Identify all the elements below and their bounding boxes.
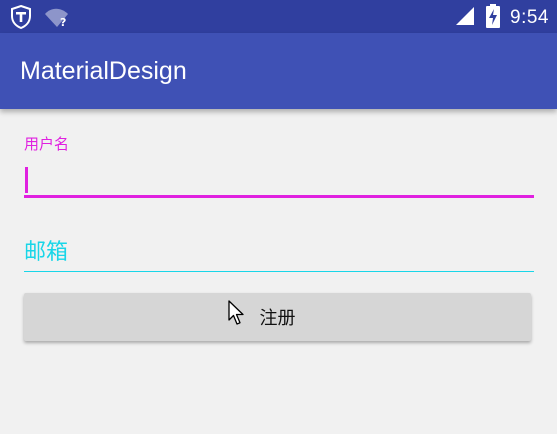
shield-app-icon bbox=[10, 4, 32, 33]
email-input[interactable] bbox=[24, 233, 534, 272]
username-field: 用户名 bbox=[24, 129, 534, 199]
content-area: 用户名 注册 bbox=[0, 109, 557, 434]
app-bar: MaterialDesign bbox=[0, 33, 557, 109]
status-bar: ? 9:54 bbox=[0, 0, 557, 33]
email-field bbox=[24, 233, 534, 275]
app-title: MaterialDesign bbox=[20, 57, 187, 85]
text-cursor bbox=[25, 167, 28, 193]
wifi-unknown-icon: ? bbox=[44, 6, 70, 32]
status-right-icons: 9:54 bbox=[454, 4, 549, 32]
signal-icon bbox=[454, 5, 476, 31]
status-left-icons: ? bbox=[10, 4, 70, 33]
svg-text:?: ? bbox=[60, 16, 66, 28]
status-time: 9:54 bbox=[510, 7, 549, 28]
register-button[interactable]: 注册 bbox=[24, 293, 531, 341]
battery-charging-icon bbox=[486, 4, 501, 32]
username-label: 用户名 bbox=[24, 135, 70, 153]
username-input[interactable] bbox=[24, 161, 534, 198]
